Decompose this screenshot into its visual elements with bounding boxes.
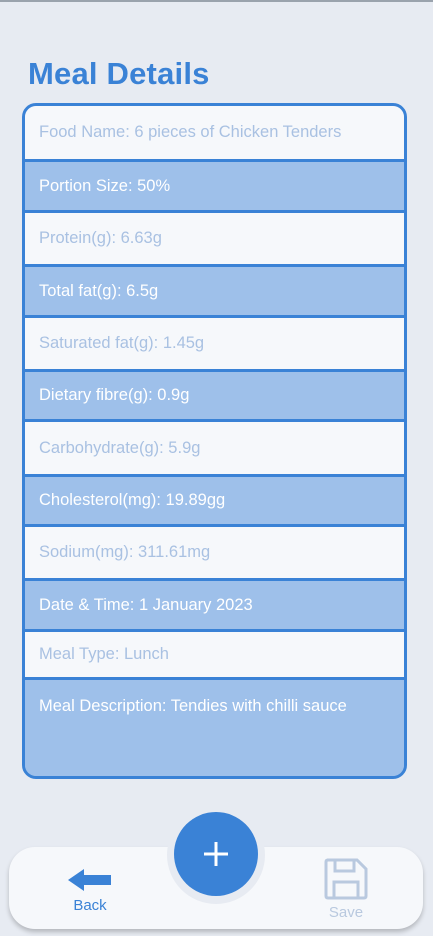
dietary-fibre-field: Dietary fibre(g): 0.9g [25, 372, 404, 419]
page-title: Meal Details [28, 56, 210, 91]
date-time-field: Date & Time: 1 January 2023 [25, 581, 404, 629]
arrow-left-icon [68, 869, 111, 891]
protein-field: Protein(g): 6.63g [25, 213, 404, 264]
add-button[interactable] [174, 812, 258, 896]
sodium-field: Sodium(mg): 311.61mg [25, 527, 404, 578]
save-button[interactable]: Save [318, 857, 374, 921]
meal-type-field: Meal Type: Lunch [25, 632, 404, 677]
meal-description-field: Meal Description: Tendies with chilli sa… [25, 680, 404, 776]
portion-size-field: Portion Size: 50% [25, 162, 404, 210]
back-button[interactable]: Back [60, 866, 120, 914]
meal-details-card: Food Name: 6 pieces of Chicken Tenders P… [22, 103, 407, 779]
food-name-field: Food Name: 6 pieces of Chicken Tenders [25, 106, 404, 159]
carbohydrate-field: Carbohydrate(g): 5.9g [25, 422, 404, 474]
back-label: Back [73, 897, 107, 914]
top-divider [0, 0, 433, 2]
saturated-fat-field: Saturated fat(g): 1.45g [25, 318, 404, 369]
cholesterol-field: Cholesterol(mg): 19.89gg [25, 477, 404, 524]
floppy-disk-icon [324, 858, 368, 900]
save-label: Save [328, 904, 364, 921]
total-fat-field: Total fat(g): 6.5g [25, 267, 404, 315]
plus-icon [204, 842, 228, 866]
